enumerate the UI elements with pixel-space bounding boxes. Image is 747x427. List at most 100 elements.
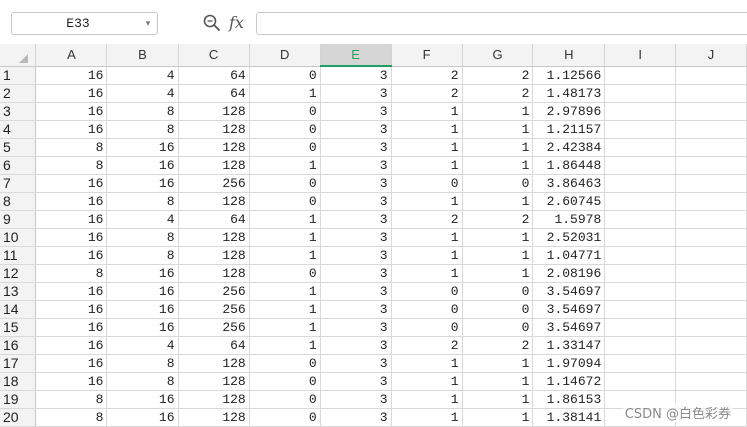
cell[interactable]: 3: [320, 390, 392, 409]
cell[interactable]: 1: [391, 228, 463, 247]
cell[interactable]: 1.38141: [532, 408, 606, 427]
empty-cell[interactable]: [675, 102, 747, 121]
cell[interactable]: 1: [391, 390, 463, 409]
row-header[interactable]: 7: [0, 174, 37, 193]
cell[interactable]: 16: [35, 102, 108, 121]
empty-cell[interactable]: [604, 138, 677, 157]
cell[interactable]: 1: [462, 372, 534, 391]
empty-cell[interactable]: [675, 174, 747, 193]
row-header[interactable]: 8: [0, 192, 37, 211]
cell[interactable]: 0: [249, 66, 321, 85]
cell[interactable]: 16: [106, 138, 179, 157]
cell[interactable]: 1.04771: [532, 246, 606, 265]
row-header[interactable]: 18: [0, 372, 37, 391]
cell[interactable]: 0: [249, 192, 321, 211]
cell[interactable]: 3: [320, 120, 392, 139]
cell[interactable]: 1: [249, 300, 321, 319]
cell[interactable]: 16: [106, 174, 179, 193]
cell[interactable]: 1: [462, 120, 534, 139]
row-header[interactable]: 9: [0, 210, 37, 229]
cell[interactable]: 0: [249, 264, 321, 283]
cell[interactable]: 0: [462, 318, 534, 337]
cell[interactable]: 2: [462, 84, 534, 103]
row-header[interactable]: 11: [0, 246, 37, 265]
cell[interactable]: 0: [249, 120, 321, 139]
column-header[interactable]: F: [391, 44, 463, 67]
cell[interactable]: 128: [178, 354, 250, 373]
cell[interactable]: 8: [106, 228, 179, 247]
empty-cell[interactable]: [604, 264, 677, 283]
cell[interactable]: 16: [35, 318, 108, 337]
cell[interactable]: 1: [462, 390, 534, 409]
empty-cell[interactable]: [675, 336, 747, 355]
row-header[interactable]: 4: [0, 120, 37, 139]
cell[interactable]: 3.54697: [532, 300, 606, 319]
cell[interactable]: 1.14672: [532, 372, 606, 391]
cell[interactable]: 16: [35, 354, 108, 373]
column-header[interactable]: D: [249, 44, 321, 67]
cell[interactable]: 64: [178, 336, 250, 355]
cell[interactable]: 4: [106, 66, 179, 85]
cell[interactable]: 128: [178, 246, 250, 265]
cell[interactable]: 1: [462, 264, 534, 283]
cell[interactable]: 3: [320, 408, 392, 427]
empty-cell[interactable]: [675, 354, 747, 373]
cell[interactable]: 1: [249, 336, 321, 355]
cell[interactable]: 0: [249, 102, 321, 121]
cell[interactable]: 0: [249, 372, 321, 391]
cell[interactable]: 128: [178, 138, 250, 157]
cell[interactable]: 1: [249, 84, 321, 103]
cell[interactable]: 3: [320, 282, 392, 301]
row-header[interactable]: 1: [0, 66, 37, 85]
cell[interactable]: 3: [320, 66, 392, 85]
empty-cell[interactable]: [604, 120, 677, 139]
cell[interactable]: 16: [106, 318, 179, 337]
empty-cell[interactable]: [604, 156, 677, 175]
empty-cell[interactable]: [675, 156, 747, 175]
cell[interactable]: 3: [320, 264, 392, 283]
cell[interactable]: 1: [391, 372, 463, 391]
cell[interactable]: 2: [462, 210, 534, 229]
cell[interactable]: 2.08196: [532, 264, 606, 283]
cell[interactable]: 16: [35, 300, 108, 319]
row-header[interactable]: 12: [0, 264, 37, 283]
cell[interactable]: 16: [106, 156, 179, 175]
cell[interactable]: 8: [35, 156, 108, 175]
cell[interactable]: 3: [320, 246, 392, 265]
cell[interactable]: 1: [462, 408, 534, 427]
empty-cell[interactable]: [675, 282, 747, 301]
cell[interactable]: 3.54697: [532, 318, 606, 337]
empty-cell[interactable]: [604, 192, 677, 211]
cell[interactable]: 3: [320, 372, 392, 391]
cell[interactable]: 1: [249, 228, 321, 247]
cell[interactable]: 1: [462, 138, 534, 157]
empty-cell[interactable]: [604, 66, 677, 85]
empty-cell[interactable]: [604, 336, 677, 355]
cell[interactable]: 64: [178, 210, 250, 229]
cell[interactable]: 1: [391, 120, 463, 139]
empty-cell[interactable]: [604, 102, 677, 121]
cell[interactable]: 1.12566: [532, 66, 606, 85]
cell[interactable]: 16: [35, 246, 108, 265]
cell[interactable]: 128: [178, 408, 250, 427]
empty-cell[interactable]: [675, 66, 747, 85]
cell[interactable]: 16: [106, 408, 179, 427]
cell[interactable]: 16: [35, 282, 108, 301]
empty-cell[interactable]: [604, 372, 677, 391]
row-header[interactable]: 5: [0, 138, 37, 157]
cell[interactable]: 16: [35, 192, 108, 211]
cell[interactable]: 16: [35, 174, 108, 193]
cell[interactable]: 3: [320, 228, 392, 247]
empty-cell[interactable]: [675, 192, 747, 211]
empty-cell[interactable]: [675, 84, 747, 103]
cell[interactable]: 128: [178, 192, 250, 211]
cell[interactable]: 256: [178, 318, 250, 337]
cell[interactable]: 3: [320, 336, 392, 355]
cell[interactable]: 0: [249, 390, 321, 409]
cell[interactable]: 1: [249, 282, 321, 301]
empty-cell[interactable]: [675, 300, 747, 319]
cell[interactable]: 2.60745: [532, 192, 606, 211]
cell[interactable]: 2: [391, 84, 463, 103]
cell[interactable]: 128: [178, 372, 250, 391]
cell[interactable]: 8: [106, 102, 179, 121]
